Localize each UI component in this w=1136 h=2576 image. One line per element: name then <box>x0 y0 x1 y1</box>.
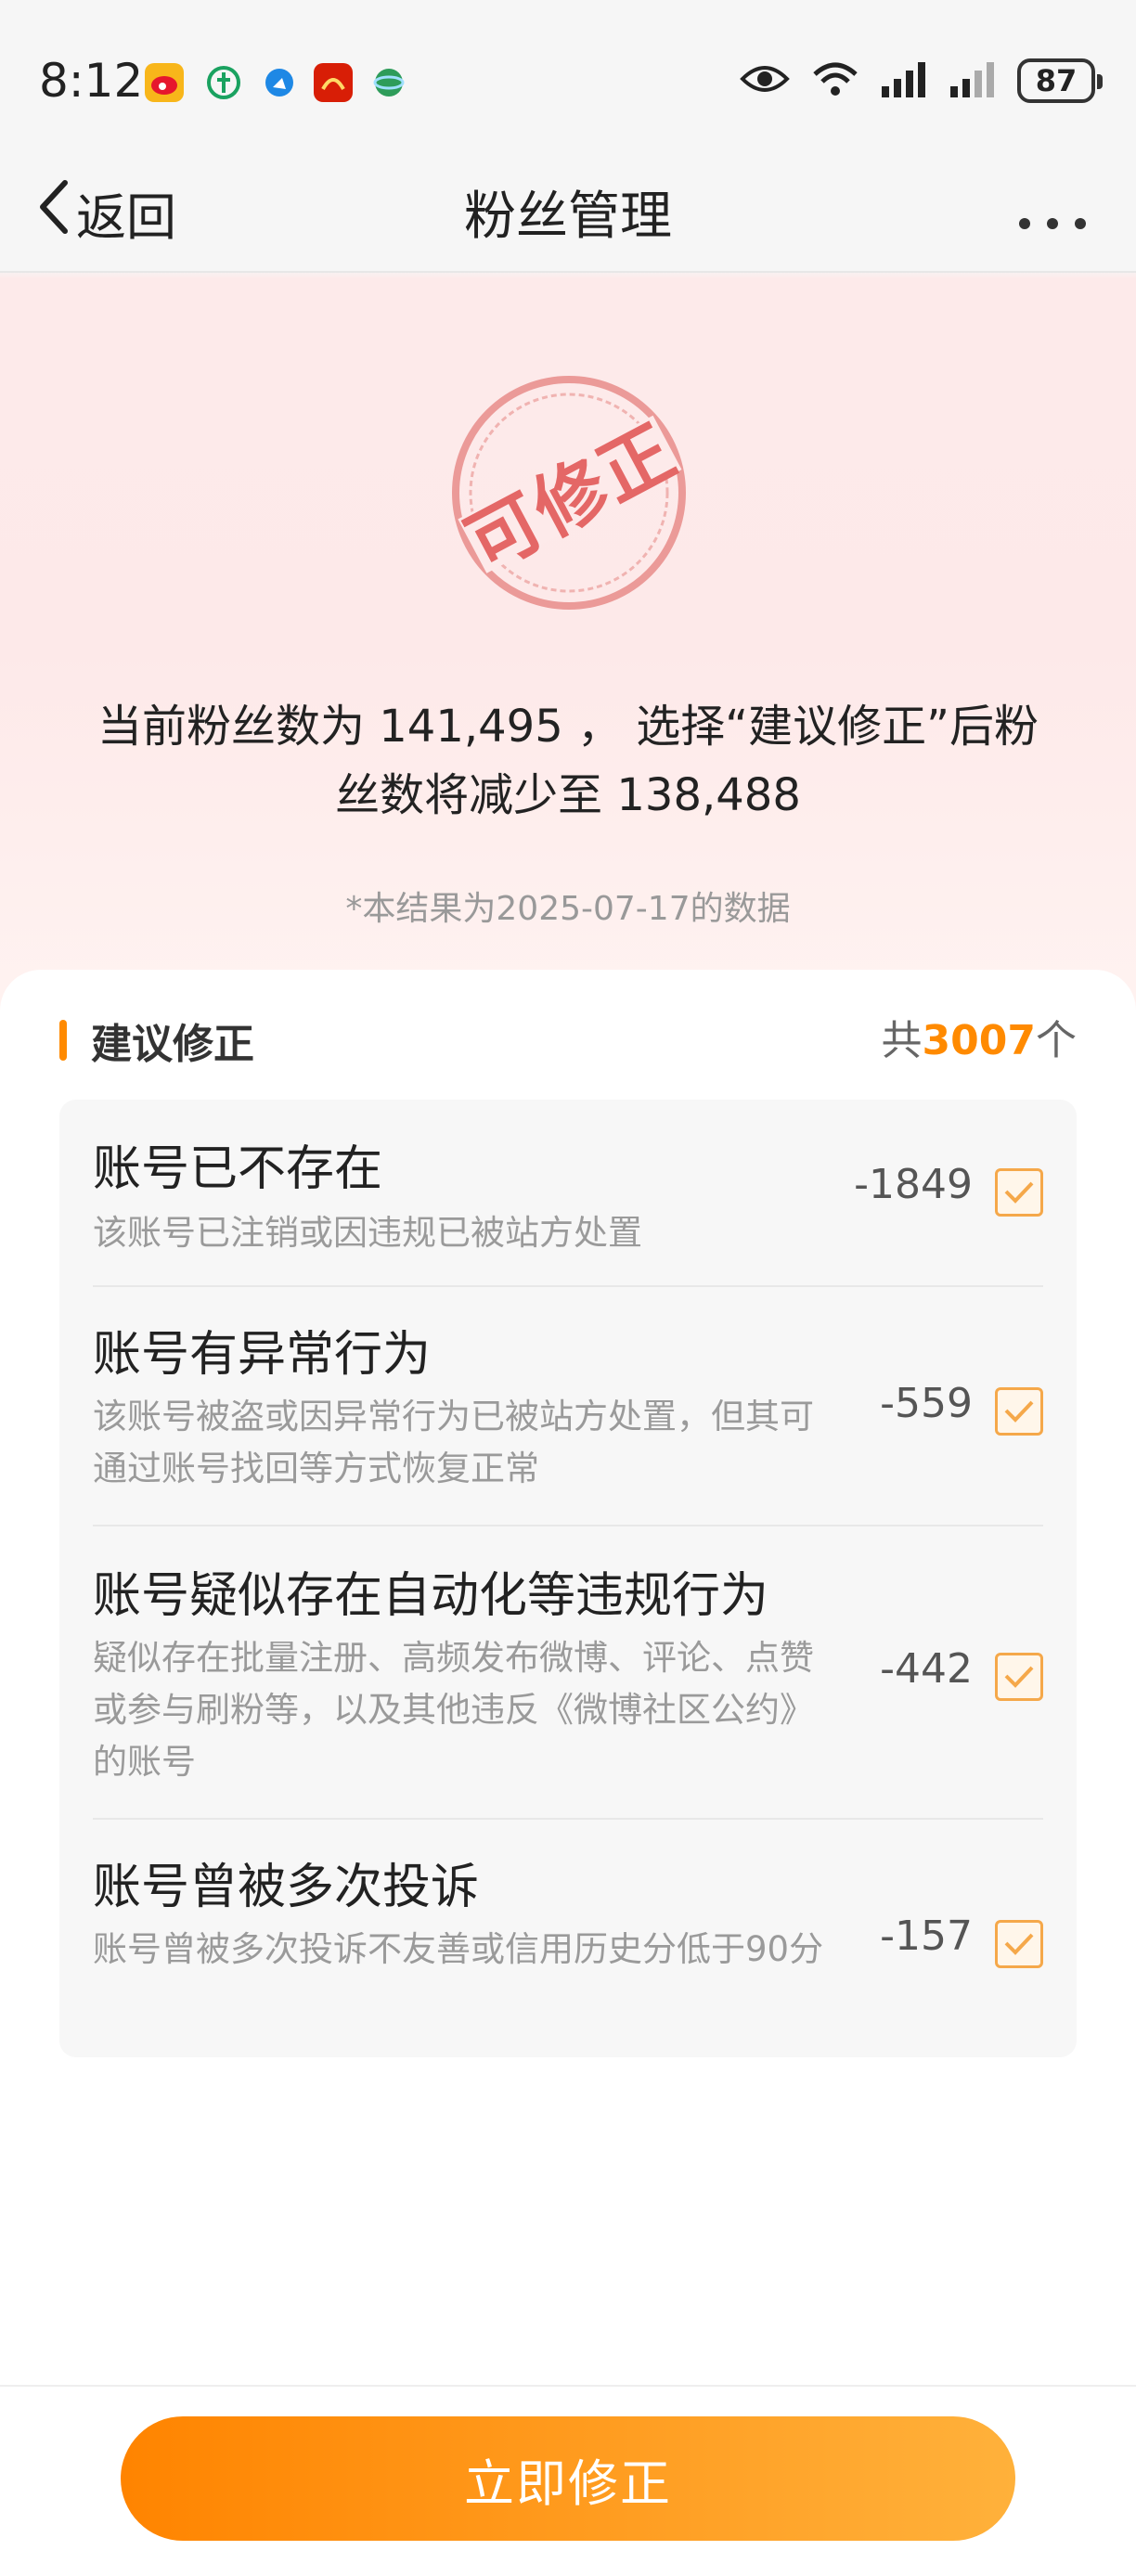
item-description: 该账号已注销或因违规已被站方处置 <box>93 1213 642 1253</box>
section-accent-bar <box>59 1020 67 1061</box>
bottom-divider <box>0 2385 1136 2387</box>
status-right: 87 <box>739 58 1103 104</box>
list-item[interactable]: 账号已不存在 该账号已注销或因违规已被站方处置 -1849 <box>93 1100 1043 1287</box>
item-count: -559 <box>880 1380 973 1427</box>
status-bar: 8:12 87 <box>0 0 1136 167</box>
compass-app-icon <box>260 63 299 102</box>
more-icon <box>1019 218 1086 229</box>
total-suffix: 个 <box>1036 1017 1077 1064</box>
summary-line-2: 丝数将减少至 138,488 <box>335 769 801 821</box>
signal-icon <box>880 60 930 101</box>
leaf-app-icon <box>204 63 243 102</box>
suggestion-card: 建议修正 共3007个 账号已不存在 该账号已注销或因违规已被站方处置 -184… <box>0 970 1136 2362</box>
signal-icon-2 <box>949 60 999 101</box>
item-count: -442 <box>880 1645 973 1693</box>
status-time: 8:12 <box>39 54 144 108</box>
item-description: 该账号被盗或因异常行为已被站方处置，但其可通过账号找回等方式恢复正常 <box>93 1397 814 1488</box>
total-count: 共3007个 <box>882 1007 1077 1066</box>
study-app-icon <box>314 63 353 102</box>
list-item[interactable]: 账号疑似存在自动化等违规行为 疑似存在批量注册、高频发布微博、评论、点赞或参与刷… <box>93 1526 1043 1820</box>
globe-app-icon <box>369 63 408 102</box>
item-count: -1849 <box>854 1161 973 1208</box>
section-header: 建议修正 <box>59 1011 254 1070</box>
wifi-icon <box>809 58 861 104</box>
item-checkbox[interactable] <box>995 1168 1043 1217</box>
page-title: 粉丝管理 <box>464 187 672 247</box>
check-icon <box>1004 1181 1034 1204</box>
summary-line-1: 当前粉丝数为 141,495 ， 选择“建议修正”后粉 <box>97 701 1039 753</box>
list-item[interactable]: 账号曾被多次投诉 账号曾被多次投诉不友善或信用历史分低于90分 -157 <box>93 1820 1043 2057</box>
item-count: -157 <box>880 1913 973 1960</box>
battery-indicator: 87 <box>1017 58 1103 103</box>
item-checkbox[interactable] <box>995 1653 1043 1701</box>
list-item[interactable]: 账号有异常行为 该账号被盗或因异常行为已被站方处置，但其可通过账号找回等方式恢复… <box>93 1287 1043 1526</box>
check-icon <box>1004 1933 1034 1955</box>
section-title: 建议修正 <box>91 1021 254 1068</box>
fans-summary: 当前粉丝数为 141,495 ， 选择“建议修正”后粉 丝数将减少至 138,4… <box>93 692 1043 830</box>
item-title: 账号已不存在 <box>93 1141 383 1197</box>
item-title: 账号有异常行为 <box>93 1327 432 1383</box>
fix-now-button[interactable]: 立即修正 <box>121 2416 1015 2541</box>
stamp-badge: 可修正 <box>449 373 690 612</box>
check-icon <box>1004 1666 1034 1688</box>
item-checkbox[interactable] <box>995 1387 1043 1436</box>
nav-bar: 返回 粉丝管理 <box>0 158 1136 273</box>
item-description: 账号曾被多次投诉不友善或信用历史分低于90分 <box>93 1929 824 1969</box>
data-date-note: *本结果为2025-07-17的数据 <box>345 890 791 928</box>
check-icon <box>1004 1400 1034 1423</box>
total-prefix: 共 <box>881 1017 923 1064</box>
more-button[interactable] <box>1015 186 1090 246</box>
item-title: 账号曾被多次投诉 <box>93 1860 480 1915</box>
suggestion-list: 账号已不存在 该账号已注销或因违规已被站方处置 -1849 账号有异常行为 该账… <box>59 1100 1077 2057</box>
total-number: 3007 <box>922 1017 1036 1064</box>
item-checkbox[interactable] <box>995 1920 1043 1968</box>
item-description: 疑似存在批量注册、高频发布微博、评论、点赞或参与刷粉等，以及其他违反《微博社区公… <box>93 1638 814 1782</box>
item-title: 账号疑似存在自动化等违规行为 <box>93 1568 769 1624</box>
weibo-app-icon <box>145 63 184 102</box>
eye-icon <box>739 60 791 101</box>
